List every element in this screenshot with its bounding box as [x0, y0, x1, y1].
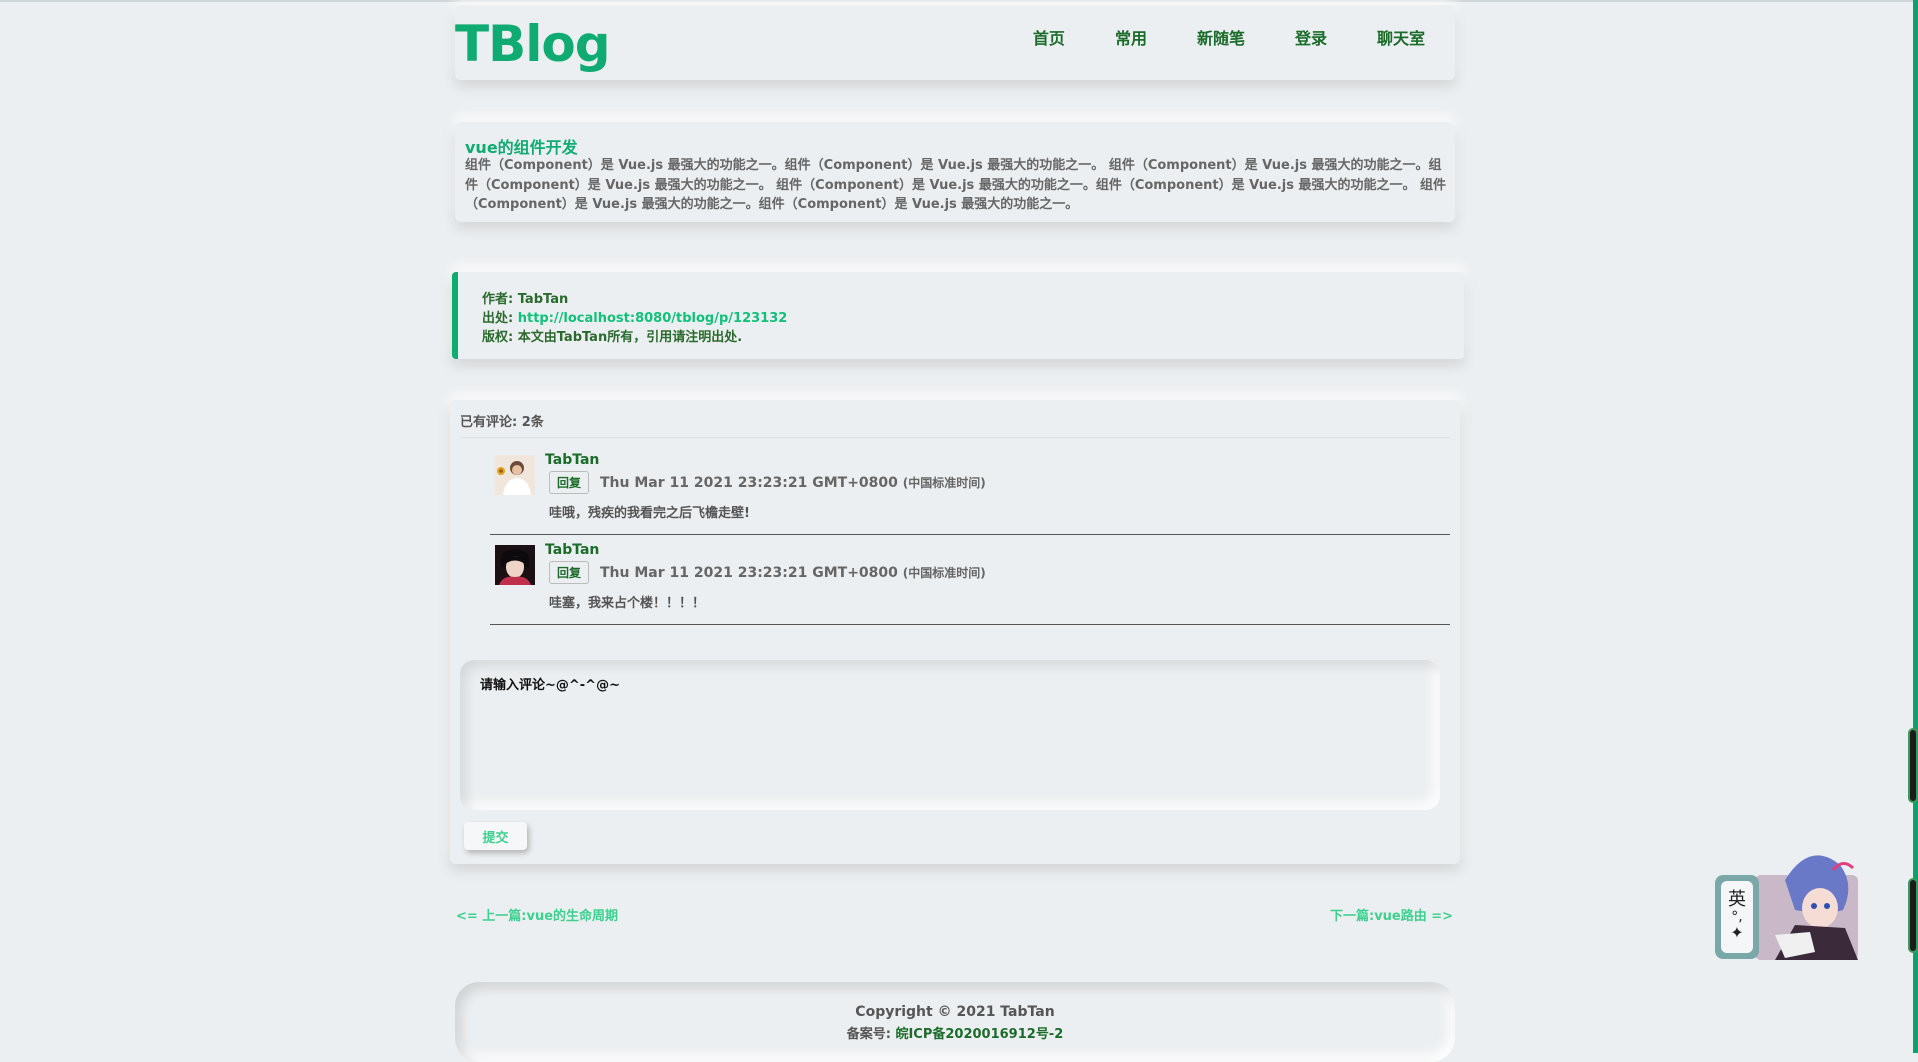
- rights-line: 版权: 本文由TabTan所有，引用请注明出处.: [482, 330, 743, 345]
- divider: [460, 437, 1450, 438]
- avatar: [495, 455, 535, 495]
- next-post-link[interactable]: 下一篇:vue路由 =>: [1330, 905, 1453, 924]
- comment-author[interactable]: TabTan: [545, 542, 599, 558]
- nav-common[interactable]: 常用: [1115, 25, 1147, 49]
- comment-time: Thu Mar 11 2021 23:23:21 GMT+0800 (中国标准时…: [600, 564, 986, 581]
- nav-new-post[interactable]: 新随笔: [1197, 25, 1245, 49]
- comment-author[interactable]: TabTan: [545, 452, 599, 468]
- source-label: 出处:: [482, 311, 518, 326]
- source-link[interactable]: http://localhost:8080/tblog/p/123132: [518, 311, 788, 326]
- comment-count: 已有评论: 2条: [460, 415, 544, 430]
- comment-timezone: (中国标准时间): [902, 566, 986, 580]
- ime-label: 英: [1728, 889, 1746, 910]
- article-card: vue的组件开发 组件（Component）是 Vue.js 最强大的功能之一。…: [455, 122, 1455, 222]
- nav-home[interactable]: 首页: [1033, 25, 1065, 49]
- top-border: [0, 0, 1918, 2]
- author-line: 作者: TabTan: [482, 288, 568, 307]
- author-label: 作者:: [482, 292, 518, 307]
- main-nav: 首页 常用 新随笔 登录 聊天室: [983, 25, 1425, 49]
- post-copyright-card: 作者: TabTan 出处: http://localhost:8080/tbl…: [452, 272, 1464, 359]
- ime-indicator[interactable]: 英 °, ✦: [1715, 875, 1759, 959]
- comment-item: TabTan 回复 Thu Mar 11 2021 23:23:21 GMT+0…: [490, 540, 1450, 625]
- comment-time: Thu Mar 11 2021 23:23:21 GMT+0800 (中国标准时…: [600, 474, 986, 491]
- scrollbar-thumb[interactable]: [1908, 728, 1918, 803]
- site-header: TBlog 首页 常用 新随笔 登录 聊天室: [455, 5, 1455, 80]
- comment-item: TabTan 回复 Thu Mar 11 2021 23:23:21 GMT+0…: [490, 450, 1450, 535]
- icp-label: 备案号:: [846, 1027, 896, 1042]
- site-footer: Copyright © 2021 TabTan 备案号: 皖ICP备202001…: [455, 982, 1455, 1062]
- footer-icp: 备案号: 皖ICP备2020016912号-2: [455, 1023, 1455, 1042]
- icp-link[interactable]: 皖ICP备2020016912号-2: [895, 1027, 1063, 1042]
- comment-text: 哇哦，残疾的我看完之后飞檐走壁!: [549, 506, 750, 521]
- comment-input[interactable]: [460, 660, 1440, 810]
- submit-button[interactable]: 提交: [464, 822, 527, 850]
- footer-copyright: Copyright © 2021 TabTan: [855, 1004, 1055, 1020]
- avatar: [495, 545, 535, 585]
- nav-login[interactable]: 登录: [1295, 25, 1327, 49]
- comment-time-text: Thu Mar 11 2021 23:23:21 GMT+0800: [600, 475, 898, 491]
- source-line: 出处: http://localhost:8080/tblog/p/123132: [482, 307, 787, 326]
- butterfly-icon: ✦: [1730, 923, 1744, 942]
- site-logo[interactable]: TBlog: [455, 15, 610, 73]
- ime-box: 英 °, ✦: [1721, 881, 1753, 953]
- comment-text: 哇塞，我来占个楼！！！！: [549, 596, 706, 611]
- comment-time-text: Thu Mar 11 2021 23:23:21 GMT+0800: [600, 565, 898, 581]
- nav-chatroom[interactable]: 聊天室: [1377, 25, 1425, 49]
- reply-button[interactable]: 回复: [549, 471, 590, 494]
- comment-timezone: (中国标准时间): [902, 476, 986, 490]
- scrollbar-thumb-secondary[interactable]: [1908, 878, 1918, 953]
- article-title: vue的组件开发: [465, 138, 578, 157]
- reply-button[interactable]: 回复: [549, 561, 590, 584]
- comments-card: 已有评论: 2条 TabTan 回复 Thu Mar 11 2021 23:23…: [450, 400, 1460, 864]
- ime-punct-icon: °,: [1731, 909, 1743, 925]
- author-name: TabTan: [517, 292, 569, 307]
- article-body: 组件（Component）是 Vue.js 最强大的功能之一。组件（Compon…: [465, 158, 1446, 212]
- prev-post-link[interactable]: <= 上一篇:vue的生命周期: [456, 905, 618, 924]
